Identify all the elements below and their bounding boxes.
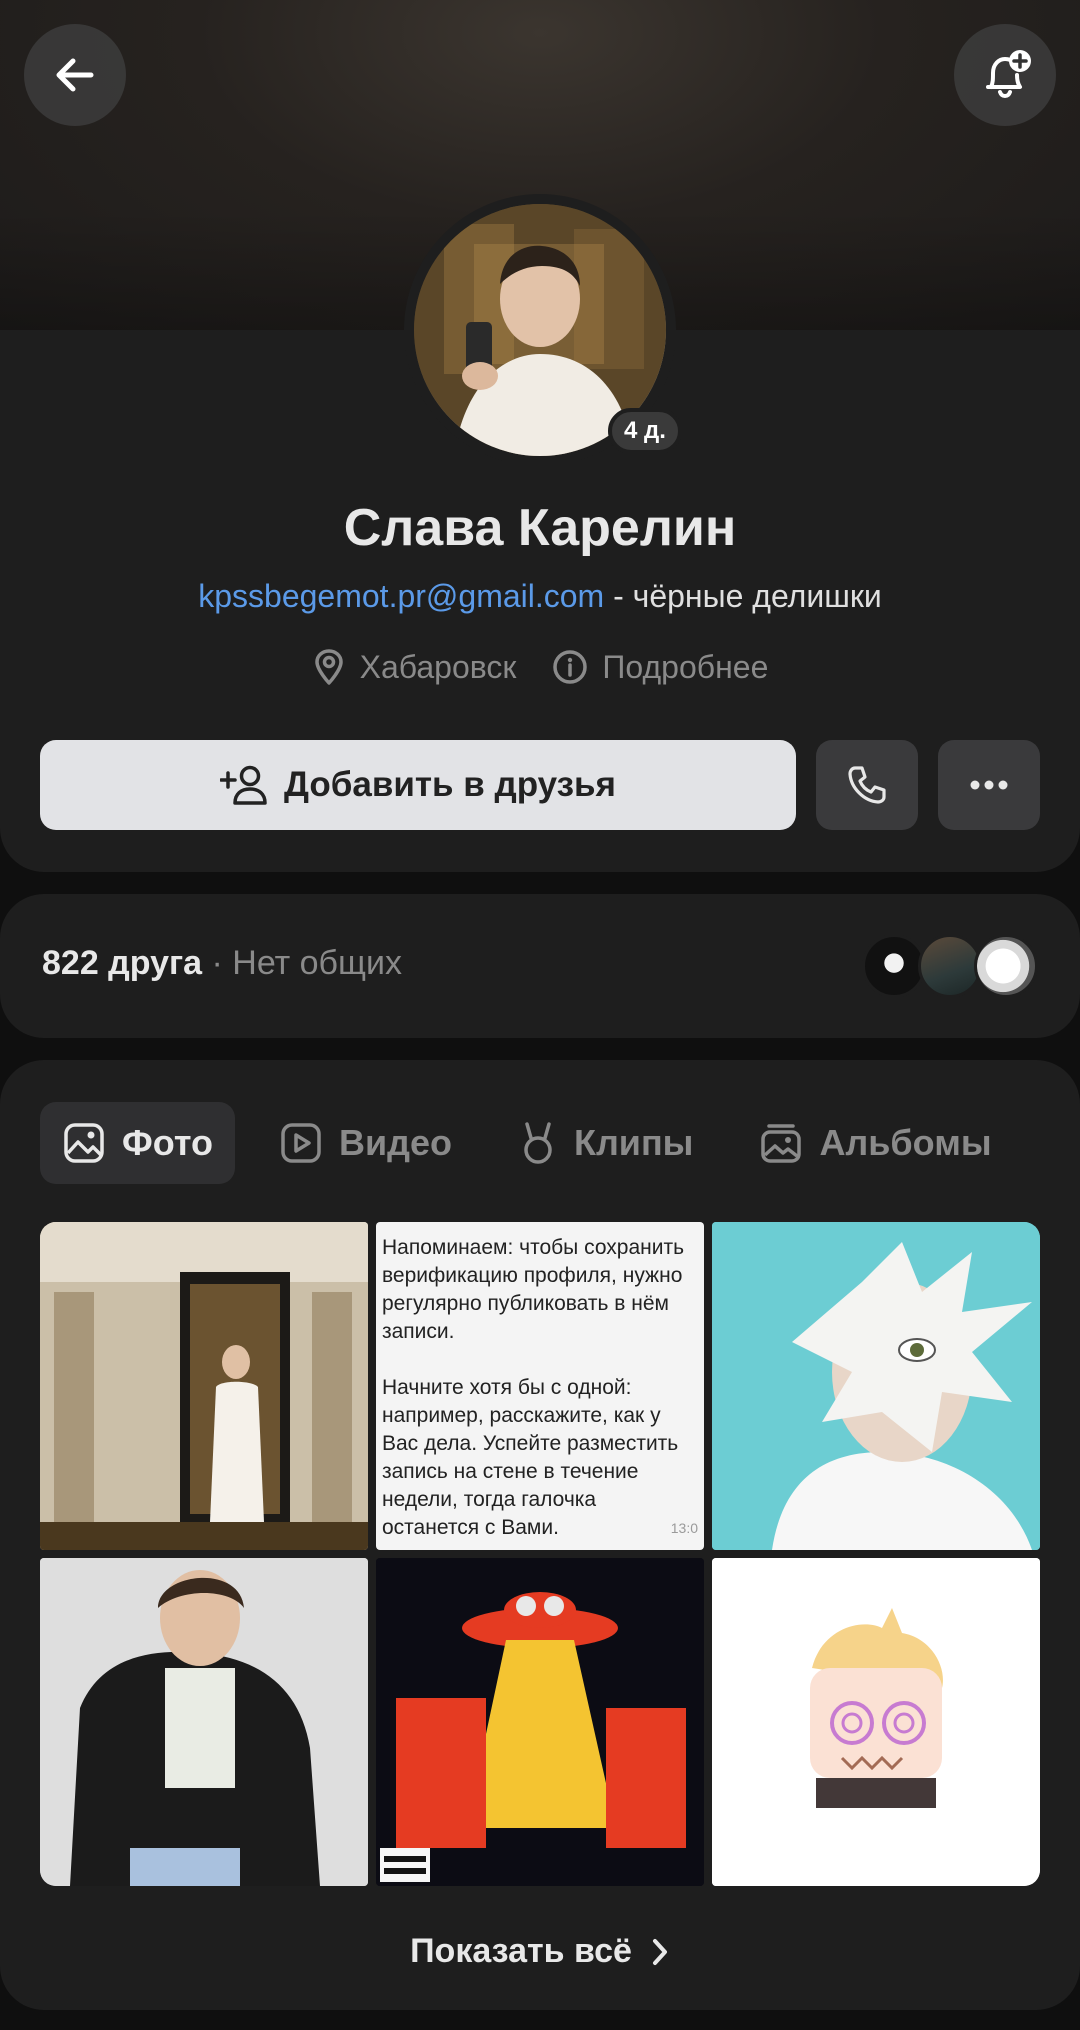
show-all-button[interactable]: Показать всё <box>0 1932 1080 1971</box>
tab-albums-label: Альбомы <box>819 1122 992 1163</box>
photo-thumbnail[interactable] <box>40 1558 368 1886</box>
tab-clips-label: Клипы <box>573 1122 694 1163</box>
friend-avatar <box>918 934 982 998</box>
tab-clips[interactable]: Клипы <box>496 1102 715 1184</box>
add-user-icon <box>220 765 267 805</box>
photo-drawing <box>712 1558 1040 1886</box>
city-label: Хабаровск <box>359 648 517 685</box>
subscribe-notifications-button[interactable] <box>954 24 1056 126</box>
photo-thumbnail[interactable] <box>40 1222 368 1550</box>
photo-feather-mask <box>712 1222 1040 1550</box>
tab-photos[interactable]: Фото <box>40 1102 235 1184</box>
friend-avatar <box>974 934 1038 998</box>
photo-thumbnail[interactable] <box>712 1558 1040 1886</box>
photo-thumbnail-text[interactable]: Напоминаем: чтобы сохранить верификацию … <box>376 1222 704 1550</box>
details-item[interactable]: Подробнее <box>552 648 768 686</box>
add-friend-button[interactable]: Добавить в друзья <box>40 740 796 830</box>
info-icon <box>553 650 588 684</box>
bell-plus-icon <box>986 50 1031 99</box>
text-photo-paragraph: Начните хотя бы с одной: например, расск… <box>382 1376 679 1539</box>
phone-icon <box>848 766 886 804</box>
photo-thumbnail[interactable] <box>376 1558 704 1886</box>
tab-albums[interactable]: Альбомы <box>737 1102 1013 1184</box>
chevron-right-icon <box>652 1938 667 1965</box>
photo-icon <box>64 1123 104 1163</box>
status-text: - чёрные делишки <box>604 578 882 614</box>
photo-grid: Напоминаем: чтобы сохранить верификацию … <box>40 1222 1040 1886</box>
tab-videos-label: Видео <box>338 1122 452 1163</box>
add-friend-label: Добавить в друзья <box>284 765 616 804</box>
friend-avatar <box>862 934 926 998</box>
text-photo-time: 13:0 <box>670 1520 698 1536</box>
profile-status: kpssbegemot.pr@gmail.com - чёрные делишк… <box>0 578 1080 615</box>
call-button[interactable] <box>816 740 918 830</box>
albums-icon <box>761 1124 802 1163</box>
last-seen-badge: 4 д. <box>608 408 682 454</box>
more-dots-icon <box>970 780 1008 790</box>
media-card: Фото Видео Клипы Альбомы Напоминаем: что… <box>0 1060 1080 2010</box>
media-tabs: Фото Видео Клипы Альбомы <box>40 1102 1040 1184</box>
photo-mirror-selfie <box>40 1222 368 1550</box>
friends-count: 822 друга <box>42 944 203 982</box>
friends-card[interactable]: 822 друга · Нет общих <box>0 894 1080 1038</box>
clips-icon <box>524 1122 552 1164</box>
back-button[interactable] <box>24 24 126 126</box>
friend-avatars <box>862 934 1038 998</box>
profile-actions: Добавить в друзья <box>40 740 1040 830</box>
show-all-label: Показать всё <box>410 1932 632 1970</box>
details-label: Подробнее <box>602 648 769 685</box>
friends-summary: 822 друга · Нет общих <box>42 944 402 983</box>
profile-name: Слава Карелин <box>343 499 737 557</box>
tab-videos[interactable]: Видео <box>257 1102 474 1184</box>
photo-thumbnail[interactable] <box>712 1222 1040 1550</box>
tab-photos-label: Фото <box>122 1122 213 1163</box>
video-icon <box>281 1123 321 1163</box>
friends-separator: · <box>202 944 233 982</box>
status-email-link[interactable]: kpssbegemot.pr@gmail.com <box>198 578 604 614</box>
profile-meta: Хабаровск Подробнее <box>0 648 1080 686</box>
city-item[interactable]: Хабаровск <box>312 648 517 686</box>
photo-portrait-jacket <box>40 1558 368 1886</box>
location-pin-icon <box>314 649 343 685</box>
mutual-friends-label: Нет общих <box>232 944 402 982</box>
more-button[interactable] <box>938 740 1040 830</box>
photo-album-cover <box>376 1558 704 1886</box>
text-photo-paragraph: Напоминаем: чтобы сохранить верификацию … <box>382 1236 685 1343</box>
arrow-left-icon <box>56 58 94 92</box>
